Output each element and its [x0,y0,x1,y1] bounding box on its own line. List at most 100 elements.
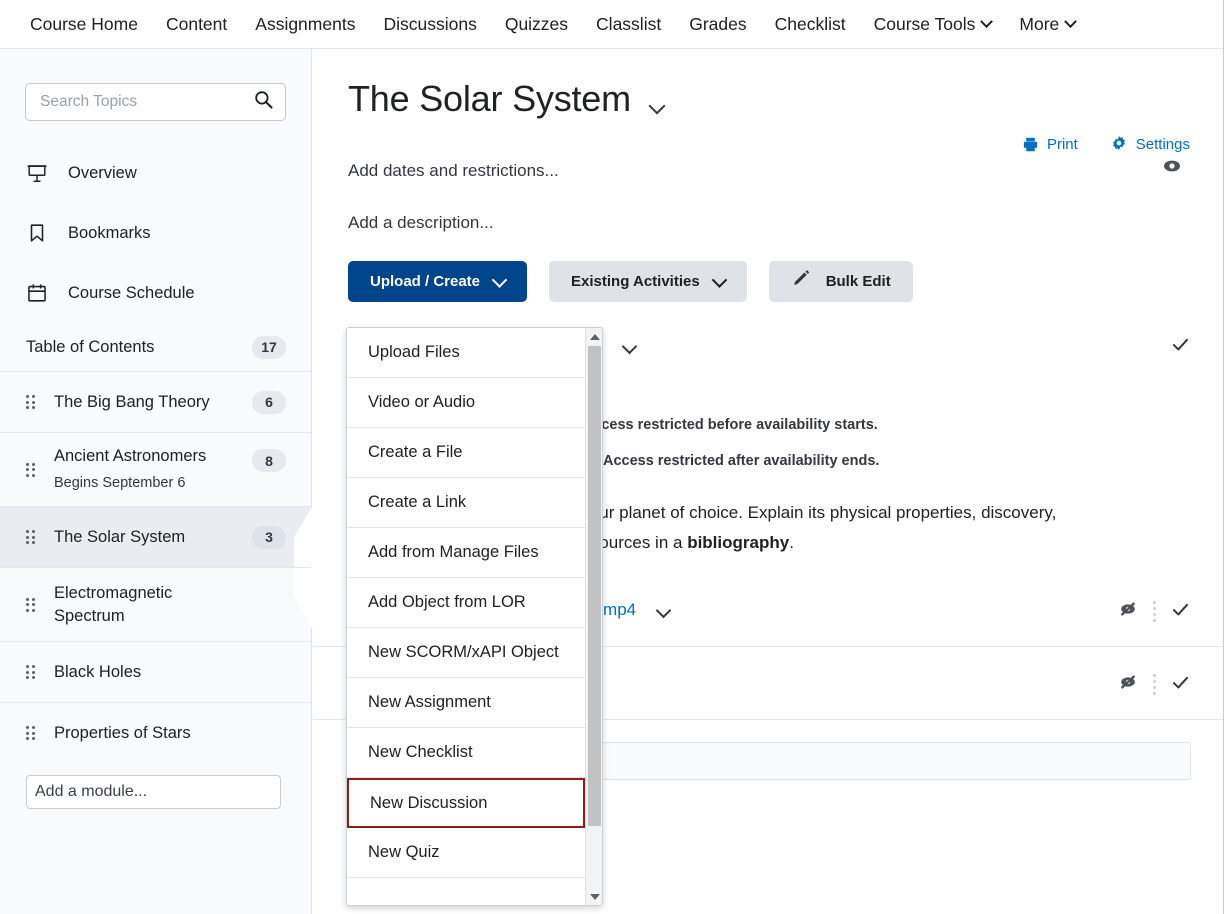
module-row-big-bang-theory[interactable]: The Big Bang Theory 6 [0,371,311,432]
toc-label: Table of Contents [26,337,155,356]
toc-count-badge: 17 [252,335,286,359]
menu-item-new-scorm-xapi-object[interactable]: New SCORM/xAPI Object [347,628,585,678]
menu-item-new-assignment[interactable]: New Assignment [347,678,585,728]
add-module-input[interactable]: Add a module... [26,775,281,809]
drag-handle-icon[interactable] [26,726,37,740]
module-subtitle: Begins September 6 [54,474,186,491]
menu-item-create-a-link[interactable]: Create a Link [347,478,585,528]
module-row-the-solar-system[interactable]: The Solar System 3 [0,506,312,628]
upload-create-dropdown-menu: Upload Files Video or Audio Create a Fil… [346,327,603,906]
nav-item-classlist[interactable]: Classlist [582,1,675,48]
drag-handle-icon[interactable] [26,462,37,477]
sidebar-item-bookmarks[interactable]: Bookmarks [0,203,311,263]
table-of-contents-header[interactable]: Table of Contents 17 [0,323,311,371]
menu-item-new-quiz[interactable]: New Quiz [347,828,585,878]
nav-item-checklist[interactable]: Checklist [761,1,860,48]
menu-item-add-object-from-lor[interactable]: Add Object from LOR [347,578,585,628]
menu-item-label: New SCORM/xAPI Object [368,643,559,661]
nav-label: More [1019,13,1060,34]
drag-handle-icon[interactable] [26,665,37,679]
drag-handle-icon[interactable] [26,530,37,544]
nav-label: Course Home [30,13,138,34]
menu-items-container: Upload Files Video or Audio Create a Fil… [347,328,585,905]
scroll-up-arrow-icon[interactable] [586,328,602,345]
drag-handle-icon[interactable] [26,395,37,409]
module-label: Properties of Stars [54,723,191,742]
menu-item-new-discussion[interactable]: New Discussion [347,778,585,828]
bulk-edit-button[interactable]: Bulk Edit [768,261,913,302]
scroll-down-arrow-icon[interactable] [586,888,602,905]
top-navigation-bar: Course Home Content Assignments Discussi… [0,0,1227,49]
chevron-down-icon[interactable] [648,97,666,115]
nav-item-more[interactable]: More [1005,1,1089,48]
calendar-icon [26,282,48,304]
module-label-wrap: Ancient Astronomers Begins September 6 [54,445,252,495]
menu-item-label: New Discussion [370,793,488,812]
module-row-electromagnetic-spectrum[interactable]: Electromagnetic Spectrum [0,567,311,641]
search-topics-container[interactable] [25,83,286,121]
eye-hidden-icon[interactable] [1117,671,1139,698]
check-icon[interactable] [1170,599,1191,625]
page-right-border [1223,0,1227,914]
existing-activities-button[interactable]: Existing Activities [549,261,747,302]
menu-item-label: Add Object from LOR [368,593,526,611]
menu-item-label: Create a Link [368,493,467,511]
chevron-down-icon[interactable] [621,338,638,354]
content-item-actions [1117,598,1191,625]
nav-item-content[interactable]: Content [152,1,241,48]
nav-item-discussions[interactable]: Discussions [369,1,490,48]
content-item-actions [1117,671,1191,698]
eye-hidden-icon[interactable] [1117,598,1139,625]
module-row-black-holes[interactable]: Black Holes [0,641,311,702]
pencil-icon [791,269,812,294]
menu-item-label: New Assignment [368,693,491,711]
add-description[interactable]: Add a description... [313,213,1226,233]
menu-item-new-checklist[interactable]: New Checklist [347,728,585,778]
settings-button[interactable]: Settings [1110,135,1190,153]
check-icon[interactable] [1170,672,1191,698]
search-input[interactable] [38,92,254,112]
print-button[interactable]: Print [1022,136,1078,153]
nav-label: Assignments [255,13,356,34]
module-count-badge: 8 [252,449,286,472]
nav-item-course-home[interactable]: Course Home [16,1,152,48]
eye-visible-icon[interactable] [1160,154,1184,183]
check-icon[interactable] [1170,334,1191,360]
nav-label: Discussions [383,13,477,34]
module-label: The Big Bang Theory [54,392,210,411]
menu-item-label: New Checklist [368,743,473,761]
nav-item-grades[interactable]: Grades [675,1,760,48]
search-icon[interactable] [254,90,273,114]
menu-item-create-a-file[interactable]: Create a File [347,428,585,478]
chevron-down-icon[interactable] [655,602,672,618]
nav-item-course-tools[interactable]: Course Tools [860,1,1006,48]
drag-dots-icon[interactable] [1153,601,1156,622]
menu-scrollbar[interactable] [585,328,602,905]
menu-item-video-or-audio[interactable]: Video or Audio [347,378,585,428]
drag-handle-icon[interactable] [26,597,37,612]
chevron-down-icon [491,272,508,288]
menu-item-label: Create a File [368,443,463,461]
nav-item-assignments[interactable]: Assignments [241,1,369,48]
description-bold: bibliography [687,533,790,552]
presentation-icon [26,162,48,184]
nav-label: Quizzes [504,13,569,34]
menu-item-upload-files[interactable]: Upload Files [347,328,585,378]
module-row-properties-of-stars[interactable]: Properties of Stars [0,702,311,763]
scrollbar-thumb[interactable] [588,346,601,826]
module-row-ancient-astronomers[interactable]: Ancient Astronomers Begins September 6 8 [0,432,311,506]
sidebar-item-label: Overview [68,163,137,182]
upload-create-button[interactable]: Upload / Create [348,261,528,302]
sidebar-item-overview[interactable]: Overview [0,143,311,203]
drag-dots-icon[interactable] [1153,674,1156,695]
add-dates-restrictions[interactable]: Add dates and restrictions... [313,160,1226,181]
module-label: Electromagnetic Spectrum [54,583,173,625]
nav-label: Classlist [596,13,662,34]
nav-item-quizzes[interactable]: Quizzes [491,1,582,48]
nav-label: Checklist [774,13,846,34]
nav-label: Content [165,13,228,34]
module-label: Black Holes [54,662,142,681]
sidebar-item-course-schedule[interactable]: Course Schedule [0,263,311,323]
menu-item-add-from-manage-files[interactable]: Add from Manage Files [347,528,585,578]
printer-icon [1023,137,1038,151]
